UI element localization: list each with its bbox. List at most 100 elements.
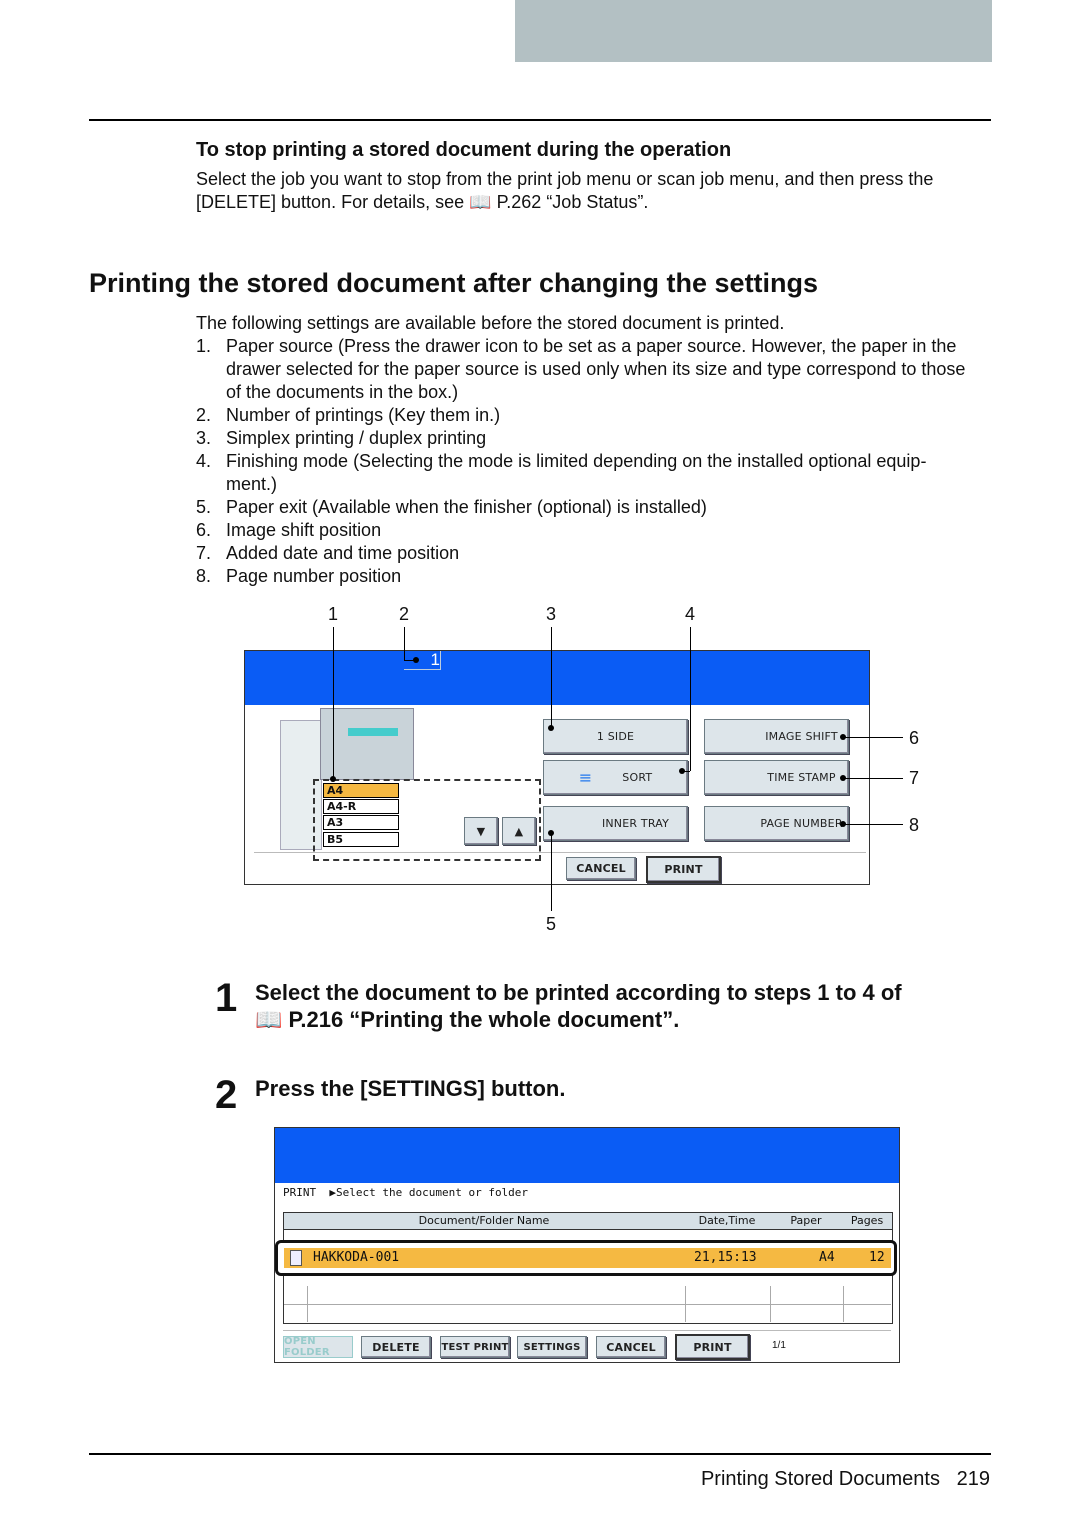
list-text: of the documents in the box.) bbox=[226, 382, 459, 402]
list-item: 4. Finishing mode (Selecting the mode is … bbox=[196, 450, 996, 496]
list-item: 6. Image shift position bbox=[196, 519, 996, 542]
list-number: 7. bbox=[196, 543, 212, 563]
list-text: drawer selected for the paper source is … bbox=[226, 359, 966, 379]
sort-button[interactable]: ≡ SORT bbox=[543, 760, 688, 795]
step-1-number: 1 bbox=[215, 976, 238, 1020]
note-link[interactable]: P.262 “Job Status”. bbox=[497, 192, 649, 212]
leader-7 bbox=[843, 778, 903, 779]
list-number: 2. bbox=[196, 405, 212, 425]
book-icon: 📖 bbox=[469, 192, 492, 212]
cancel-button[interactable]: CANCEL bbox=[566, 857, 636, 880]
column-header-date[interactable]: Date,Time bbox=[684, 1214, 770, 1227]
duplex-button[interactable]: 1 SIDE bbox=[543, 719, 688, 754]
leader-2 bbox=[404, 627, 405, 660]
prompt-text: ▶Select the document or folder bbox=[329, 1186, 529, 1199]
step-1-line2: 📖 P.216 “Printing the whole document”. bbox=[255, 1007, 679, 1033]
cancel-button[interactable]: CANCEL bbox=[596, 1336, 666, 1358]
note-line1: Select the job you want to stop from the… bbox=[196, 169, 934, 189]
document-icon bbox=[290, 1250, 302, 1266]
callout-4: 4 bbox=[685, 604, 696, 624]
callout-8: 8 bbox=[909, 815, 920, 835]
callout-1: 1 bbox=[328, 604, 339, 624]
manual-page: To stop printing a stored document durin… bbox=[0, 0, 1080, 1526]
callout-6: 6 bbox=[909, 728, 920, 748]
col-lines bbox=[770, 1286, 844, 1322]
callout-7: 7 bbox=[909, 768, 920, 788]
print-button[interactable]: PRINT bbox=[675, 1334, 750, 1360]
time-stamp-button[interactable]: TIME STAMP bbox=[704, 760, 849, 795]
column-header-paper[interactable]: Paper bbox=[770, 1214, 842, 1227]
document-date: 21,15:13 bbox=[694, 1250, 757, 1265]
column-header-name[interactable]: Document/Folder Name bbox=[284, 1214, 684, 1227]
list-text: Simplex printing / duplex printing bbox=[226, 428, 487, 448]
page-number-button[interactable]: PAGE NUMBER bbox=[704, 806, 849, 841]
leader-dot bbox=[548, 725, 554, 731]
tray-a4[interactable]: A4 bbox=[323, 783, 399, 798]
page-number: 219 bbox=[956, 1468, 990, 1490]
page-indicator: 1/1 bbox=[772, 1340, 786, 1351]
leader-6 bbox=[843, 737, 903, 738]
sort-icon: ≡ bbox=[578, 768, 593, 787]
leader-dot bbox=[840, 821, 846, 827]
image-shift-button[interactable]: IMAGE SHIFT bbox=[704, 719, 849, 754]
leader-dot bbox=[330, 776, 336, 782]
list-number: 3. bbox=[196, 428, 212, 448]
step-1-line1: Select the document to be printed accord… bbox=[255, 980, 902, 1005]
document-pages: 12 bbox=[869, 1250, 885, 1265]
column-header-pages[interactable]: Pages bbox=[842, 1214, 892, 1227]
note-text: [DELETE] button. For details, see bbox=[196, 192, 465, 212]
step-2-line1: Press the [SETTINGS] button. bbox=[255, 1076, 566, 1101]
settings-button[interactable]: SETTINGS bbox=[517, 1336, 587, 1358]
list-text: Added date and time position bbox=[226, 543, 460, 563]
leader-dot bbox=[840, 734, 846, 740]
list-item: 1. Paper source (Press the drawer icon to… bbox=[196, 335, 996, 404]
copies-value: 1 bbox=[430, 650, 440, 669]
selected-document-row[interactable]: HAKKODA-001 21,15:13 A4 12 bbox=[284, 1248, 891, 1268]
button-label: INNER TRAY bbox=[601, 817, 670, 830]
footer: Printing Stored Documents 219 bbox=[701, 1468, 990, 1491]
callout-3: 3 bbox=[546, 604, 557, 624]
note-title: To stop printing a stored document durin… bbox=[196, 139, 732, 161]
list-text: Finishing mode (Selecting the mode is li… bbox=[226, 451, 927, 471]
scroll-up-button[interactable]: ▲ bbox=[502, 817, 536, 845]
list-item: 7. Added date and time position bbox=[196, 542, 996, 565]
leader-dot bbox=[840, 775, 846, 781]
list-number: 8. bbox=[196, 566, 212, 586]
open-folder-button: OPEN FOLDER bbox=[283, 1336, 353, 1358]
print-button[interactable]: PRINT bbox=[646, 856, 721, 883]
section-title: Printing the stored document after chang… bbox=[89, 268, 819, 298]
leader-dot bbox=[548, 830, 554, 836]
document-paper: A4 bbox=[819, 1250, 835, 1265]
scroll-down-button[interactable]: ▼ bbox=[464, 817, 498, 845]
list-item: 3. Simplex printing / duplex printing bbox=[196, 427, 996, 450]
leader-dot bbox=[679, 768, 685, 774]
button-label: 1 SIDE bbox=[596, 730, 635, 743]
list-text: Image shift position bbox=[226, 520, 382, 540]
list-text: Number of printings (Key them in.) bbox=[226, 405, 501, 425]
button-label: CANCEL bbox=[606, 1340, 656, 1354]
button-label: PAGE NUMBER bbox=[760, 817, 843, 830]
header-tab bbox=[515, 0, 992, 62]
test-print-button[interactable]: TEST PRINT bbox=[440, 1336, 510, 1358]
section-intro: The following settings are available bef… bbox=[196, 313, 785, 333]
tray-label: A3 bbox=[327, 816, 344, 829]
delete-button[interactable]: DELETE bbox=[361, 1336, 431, 1358]
book-icon: 📖 bbox=[255, 1007, 283, 1032]
list-number: 6. bbox=[196, 520, 212, 540]
divider bbox=[254, 852, 866, 853]
mode-label: PRINT bbox=[283, 1186, 317, 1199]
tray-a3[interactable]: A3 bbox=[323, 815, 399, 830]
button-label: SETTINGS bbox=[523, 1341, 581, 1353]
screen-header bbox=[275, 1128, 899, 1183]
leader-8 bbox=[843, 824, 903, 825]
leader-4 bbox=[690, 627, 691, 771]
tray-a4r[interactable]: A4-R bbox=[323, 799, 399, 814]
screen-header bbox=[245, 651, 869, 705]
leader-3 bbox=[551, 627, 552, 728]
inner-tray-button[interactable]: INNER TRAY bbox=[543, 806, 688, 841]
list-item: 2. Number of printings (Key them in.) bbox=[196, 404, 996, 427]
leader-1 bbox=[333, 627, 334, 779]
tray-b5[interactable]: B5 bbox=[323, 832, 399, 847]
button-label: PRINT bbox=[693, 1340, 732, 1354]
step-1-link[interactable]: P.216 “Printing the whole document”. bbox=[289, 1007, 680, 1032]
